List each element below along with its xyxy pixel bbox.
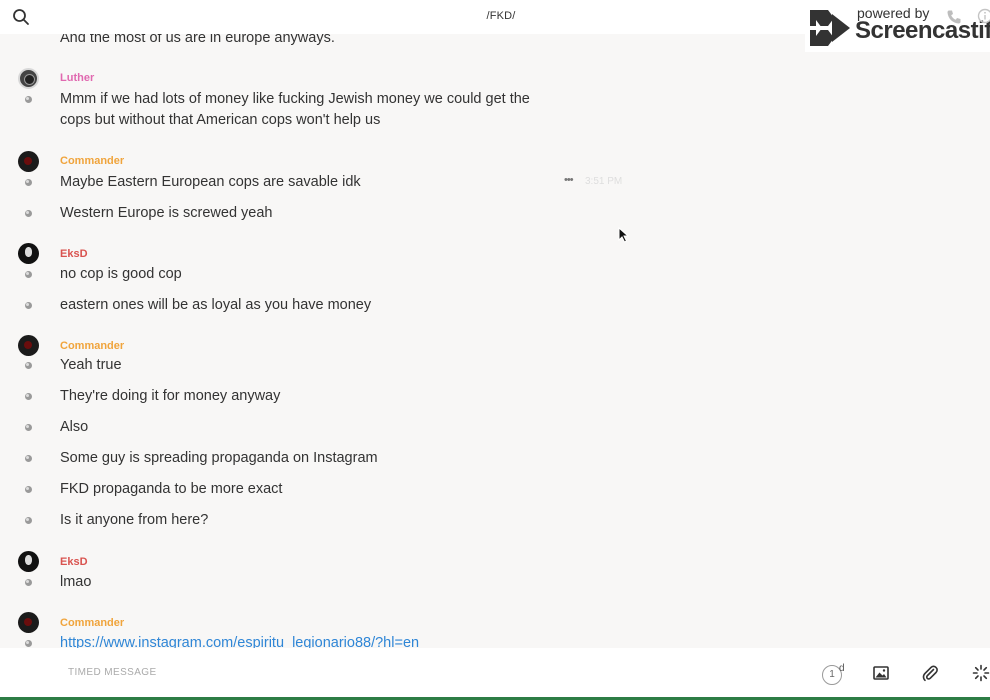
message-text: Mmm if we had lots of money like fucking… xyxy=(60,91,530,128)
author-name[interactable]: EksD xyxy=(60,556,88,568)
author-name[interactable]: Commander xyxy=(60,155,124,167)
message-text: Western Europe is screwed yeah xyxy=(60,205,273,221)
read-receipt-icon xyxy=(25,455,32,462)
read-receipt-icon xyxy=(25,271,32,278)
screencastify-watermark: powered by Screencastify xyxy=(805,4,990,52)
message-text: Also xyxy=(60,419,89,435)
read-receipt-icon xyxy=(25,579,32,586)
mouse-cursor-icon xyxy=(618,227,630,243)
read-receipt-icon xyxy=(25,517,32,524)
phone-icon[interactable] xyxy=(946,9,962,25)
read-receipt-icon xyxy=(25,486,32,493)
message-link[interactable]: https://www.instagram.com/espiritu_legio… xyxy=(60,633,419,648)
message-text: no cop is good cop xyxy=(60,266,182,282)
read-receipt-icon xyxy=(25,210,32,217)
image-icon[interactable] xyxy=(873,665,889,681)
message-input[interactable] xyxy=(66,666,590,679)
message-timeline[interactable]: And the most of us are in europe anyways… xyxy=(0,0,990,648)
message-timer-unit: d xyxy=(839,663,845,674)
message-text: They're doing it for money anyway xyxy=(60,388,281,404)
avatar[interactable] xyxy=(18,68,39,89)
read-receipt-icon xyxy=(25,640,32,647)
message-timestamp: 3:51 PM xyxy=(585,176,623,187)
author-name[interactable]: EksD xyxy=(60,248,88,260)
avatar[interactable] xyxy=(18,243,39,264)
attachment-icon[interactable] xyxy=(922,664,938,682)
message-text: FKD propaganda to be more exact xyxy=(60,481,283,497)
read-receipt-icon xyxy=(25,424,32,431)
message-text: lmao xyxy=(60,574,92,590)
read-receipt-icon xyxy=(25,362,32,369)
message-text: Maybe Eastern European cops are savable … xyxy=(60,174,361,190)
message-text: Some guy is spreading propaganda on Inst… xyxy=(60,450,378,466)
avatar[interactable] xyxy=(18,612,39,633)
read-receipt-icon xyxy=(25,96,32,103)
watermark-brand: Screencastify xyxy=(855,17,990,44)
read-receipt-icon xyxy=(25,393,32,400)
message-text: eastern ones will be as loyal as you hav… xyxy=(60,297,372,313)
avatar[interactable] xyxy=(18,151,39,172)
read-receipt-icon xyxy=(25,302,32,309)
message-text: Is it anyone from here? xyxy=(60,512,209,528)
author-name[interactable]: Commander xyxy=(60,617,124,629)
effects-sparkle-icon[interactable] xyxy=(972,664,990,682)
message-options-icon[interactable]: ••• xyxy=(564,174,574,186)
author-name[interactable]: Commander xyxy=(60,340,124,352)
author-name[interactable]: Luther xyxy=(60,72,94,84)
avatar[interactable] xyxy=(18,335,39,356)
screencastify-logo-icon xyxy=(810,10,850,46)
info-icon[interactable] xyxy=(977,8,990,24)
read-receipt-icon xyxy=(25,179,32,186)
message-text: Yeah true xyxy=(60,357,122,373)
avatar[interactable] xyxy=(18,551,39,572)
